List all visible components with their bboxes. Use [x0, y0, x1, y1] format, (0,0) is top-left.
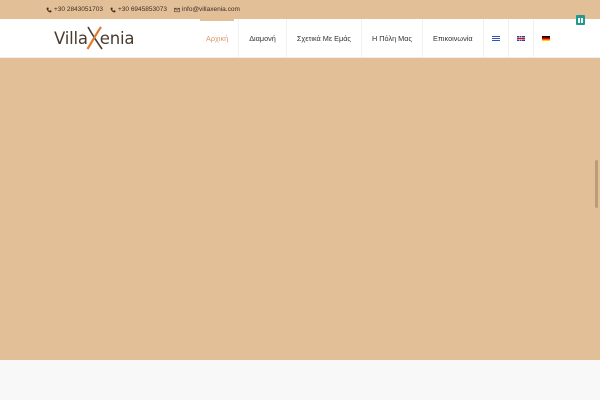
phone-icon [110, 7, 116, 12]
phone-contact-1[interactable]: +30 2843051703 [46, 6, 103, 13]
language-english[interactable] [509, 19, 534, 58]
nav-item-accommodation[interactable]: Διαμονή [239, 19, 287, 58]
german-flag-icon [541, 36, 550, 41]
uk-flag-icon [516, 36, 525, 41]
phone-contact-2[interactable]: +30 6945853073 [110, 6, 167, 13]
phone-icon [46, 7, 52, 12]
nav-item-contact[interactable]: Επικοινωνία [423, 19, 484, 58]
phone-number-2: +30 6945853073 [117, 6, 167, 13]
scrollbar-thumb[interactable] [595, 160, 598, 208]
nav-item-our-town[interactable]: Η Πόλη Μας [362, 19, 423, 58]
nav-item-about-us[interactable]: Σχετικά Με Εμάς [287, 19, 362, 58]
email-contact[interactable]: info@villaxenia.com [174, 6, 240, 13]
language-german[interactable] [534, 19, 558, 58]
logo-text-enia: enia [99, 28, 135, 48]
site-logo[interactable]: Villa enia [54, 25, 156, 51]
logo-text-villa: Villa [54, 28, 88, 48]
greek-flag-icon [491, 36, 500, 41]
site-header: Villa enia Αρχική Διαμονή Σχετικά Με Εμά… [0, 19, 600, 58]
nav-item-home[interactable]: Αρχική [196, 19, 240, 58]
email-address: info@villaxenia.com [181, 6, 240, 13]
envelope-icon [174, 7, 180, 12]
hero-slider [0, 58, 600, 360]
slider-pause-button[interactable] [576, 15, 585, 25]
phone-number-1: +30 2843051703 [54, 6, 103, 13]
top-contact-bar: +30 2843051703 +30 6945853073 info@villa… [0, 0, 600, 19]
page-scrollbar[interactable] [594, 58, 600, 400]
language-greek[interactable] [484, 19, 509, 58]
main-navigation: Αρχική Διαμονή Σχετικά Με Εμάς Η Πόλη Μα… [196, 19, 558, 58]
pause-icon [578, 17, 580, 23]
logo-x-mark-icon [86, 26, 103, 50]
content-section [0, 360, 600, 400]
